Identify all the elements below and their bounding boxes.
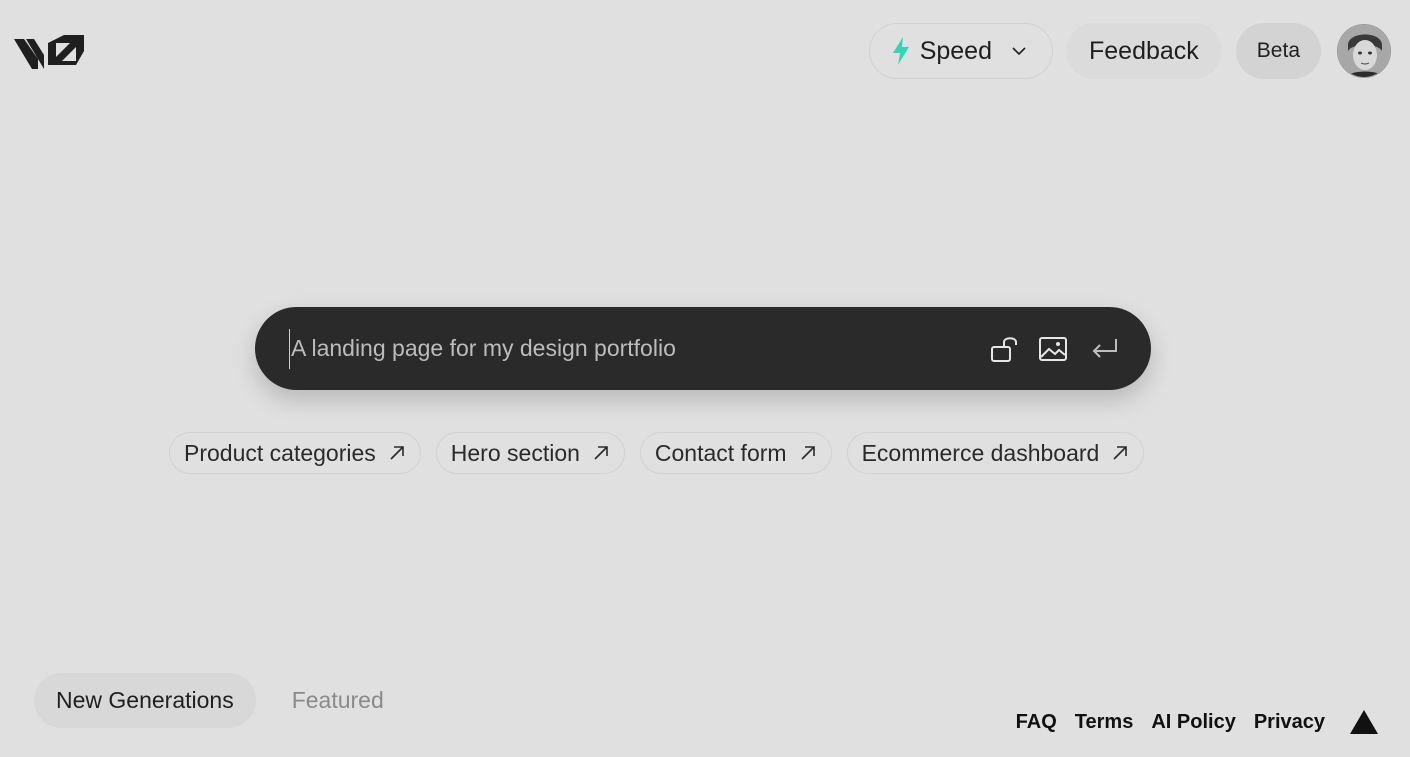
header-controls: Speed Feedback Beta xyxy=(868,23,1391,79)
prompt-input[interactable] xyxy=(289,328,989,369)
suggestion-chip[interactable]: Ecommerce dashboard xyxy=(846,432,1145,474)
image-icon[interactable] xyxy=(1037,333,1069,365)
footer-link-privacy[interactable]: Privacy xyxy=(1254,711,1325,734)
v0-logo-icon[interactable] xyxy=(14,33,84,69)
arrow-up-right-icon xyxy=(390,446,404,460)
tab-new-generations[interactable]: New Generations xyxy=(34,673,256,728)
prompt-bar xyxy=(255,307,1151,390)
suggestion-chips: Product categories Hero section Contact … xyxy=(169,432,1145,474)
suggestion-label: Hero section xyxy=(450,439,580,466)
lock-open-icon[interactable] xyxy=(989,333,1021,365)
tab-featured[interactable]: Featured xyxy=(270,673,406,728)
arrow-up-right-icon xyxy=(800,446,815,460)
user-avatar[interactable] xyxy=(1337,24,1391,78)
suggestion-label: Contact form xyxy=(654,439,787,466)
chevron-down-icon xyxy=(1012,47,1026,56)
suggestion-chip[interactable]: Contact form xyxy=(639,432,832,474)
arrow-up-right-icon xyxy=(594,446,608,460)
enter-icon[interactable] xyxy=(1089,333,1121,365)
suggestion-label: Product categories xyxy=(184,439,376,466)
bolt-icon xyxy=(892,37,909,65)
footer-link-terms[interactable]: Terms xyxy=(1075,711,1134,734)
avatar-image-icon xyxy=(1338,25,1390,77)
footer-links: FAQ Terms AI Policy Privacy xyxy=(1016,709,1379,735)
feedback-button[interactable]: Feedback xyxy=(1066,23,1222,79)
vercel-triangle-icon[interactable] xyxy=(1349,709,1379,735)
suggestion-chip[interactable]: Product categories xyxy=(169,432,421,474)
suggestion-chip[interactable]: Hero section xyxy=(435,432,625,474)
footer-link-ai-policy[interactable]: AI Policy xyxy=(1151,711,1235,734)
model-select-label: Speed xyxy=(919,36,992,65)
suggestion-label: Ecommerce dashboard xyxy=(861,439,1100,466)
arrow-up-right-icon xyxy=(1113,446,1128,460)
prompt-actions xyxy=(989,333,1121,365)
model-select[interactable]: Speed xyxy=(868,23,1053,79)
beta-badge[interactable]: Beta xyxy=(1235,23,1321,79)
footer-link-faq[interactable]: FAQ xyxy=(1016,711,1057,734)
bottom-tabs: New Generations Featured xyxy=(34,673,406,728)
